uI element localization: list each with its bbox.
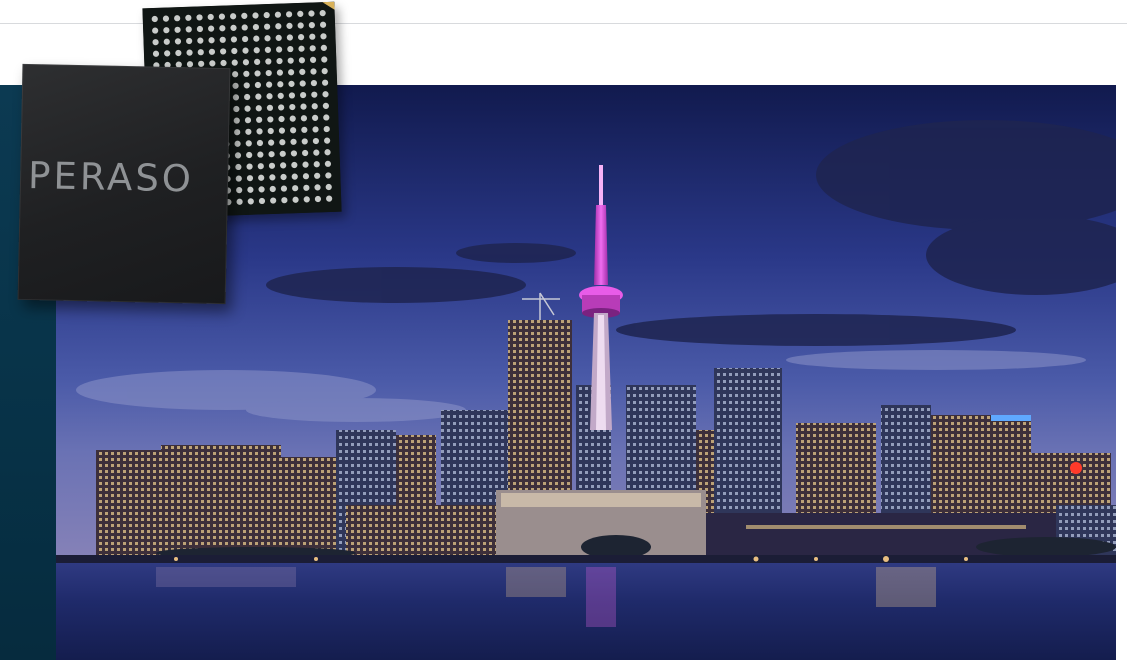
chip-brand-label: PERASO xyxy=(27,153,195,201)
chip-package-image: PERASO xyxy=(17,63,231,305)
page: PERASO xyxy=(0,0,1127,660)
